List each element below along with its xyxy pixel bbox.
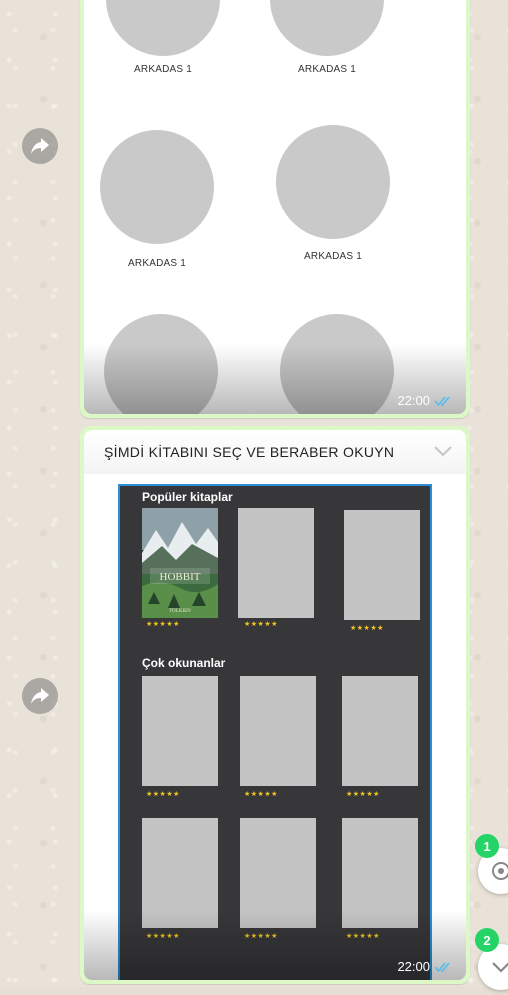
rating-stars: ★★★★★ [350,625,384,632]
friend-label: ARKADAS 1 [134,64,192,75]
friend-item: ARKADAS 1 [268,125,398,262]
message-meta: 22:00 [397,959,454,974]
unread-badge: 1 [475,834,499,858]
message-meta: 22:00 [397,393,454,408]
double-check-icon [434,961,450,972]
friend-item: ARKADAS 1 [262,0,392,75]
friend-item: ARKADAS 1 [92,130,222,269]
hobbit-cover-art: HOBBIT TOLKIEN [142,508,218,618]
friend-avatar [270,0,384,56]
book-cover [142,676,218,786]
section-title-popular: Popüler kitaplar [142,490,233,504]
app-screenshot: Popüler kitaplar HOBBIT TOLKIEN ★★★★★ ★★… [118,484,432,980]
forward-button[interactable] [22,678,58,714]
double-check-icon [434,395,450,406]
book-cover [238,508,314,618]
message-bubble-friends[interactable]: ARKADAS 1 ARKADAS 1 ARKADAS 1 ARKADAS 1 … [80,0,470,418]
forward-icon [31,688,49,704]
rating-stars: ★★★★★ [244,791,278,798]
friend-item: ARKADAS 1 [98,0,228,75]
svg-text:TOLKIEN: TOLKIEN [169,609,191,614]
books-image[interactable]: Popüler kitaplar HOBBIT TOLKIEN ★★★★★ ★★… [84,474,466,980]
friend-avatar [106,0,220,56]
friend-avatar [276,125,390,239]
svg-text:HOBBIT: HOBBIT [160,571,201,583]
rating-stars: ★★★★★ [146,621,180,628]
friends-image[interactable]: ARKADAS 1 ARKADAS 1 ARKADAS 1 ARKADAS 1 … [84,0,466,414]
book-cover-hobbit: HOBBIT TOLKIEN [142,508,218,618]
book-cover [240,676,316,786]
rating-stars: ★★★★★ [346,791,380,798]
book-cover [342,676,418,786]
friend-label: ARKADAS 1 [128,258,186,269]
friend-label: ARKADAS 1 [304,251,362,262]
unread-badge: 2 [475,928,499,952]
image-caption: ŞİMDİ KİTABINI SEÇ VE BERABER OKUYN [104,444,395,460]
message-time: 22:00 [397,393,430,408]
message-time: 22:00 [397,959,430,974]
book-cover [344,510,420,620]
image-caption-bar: ŞİMDİ KİTABINI SEÇ VE BERABER OKUYN [84,430,466,474]
forward-icon [31,138,49,154]
rating-stars: ★★★★★ [146,791,180,798]
friend-avatar [100,130,214,244]
forward-button[interactable] [22,128,58,164]
section-title-most-read: Çok okunanlar [142,656,226,670]
chevron-down-icon[interactable] [430,440,456,462]
message-bubble-books[interactable]: ŞİMDİ KİTABINI SEÇ VE BERABER OKUYN Popü… [80,426,470,984]
friend-label: ARKADAS 1 [298,64,356,75]
rating-stars: ★★★★★ [244,621,278,628]
